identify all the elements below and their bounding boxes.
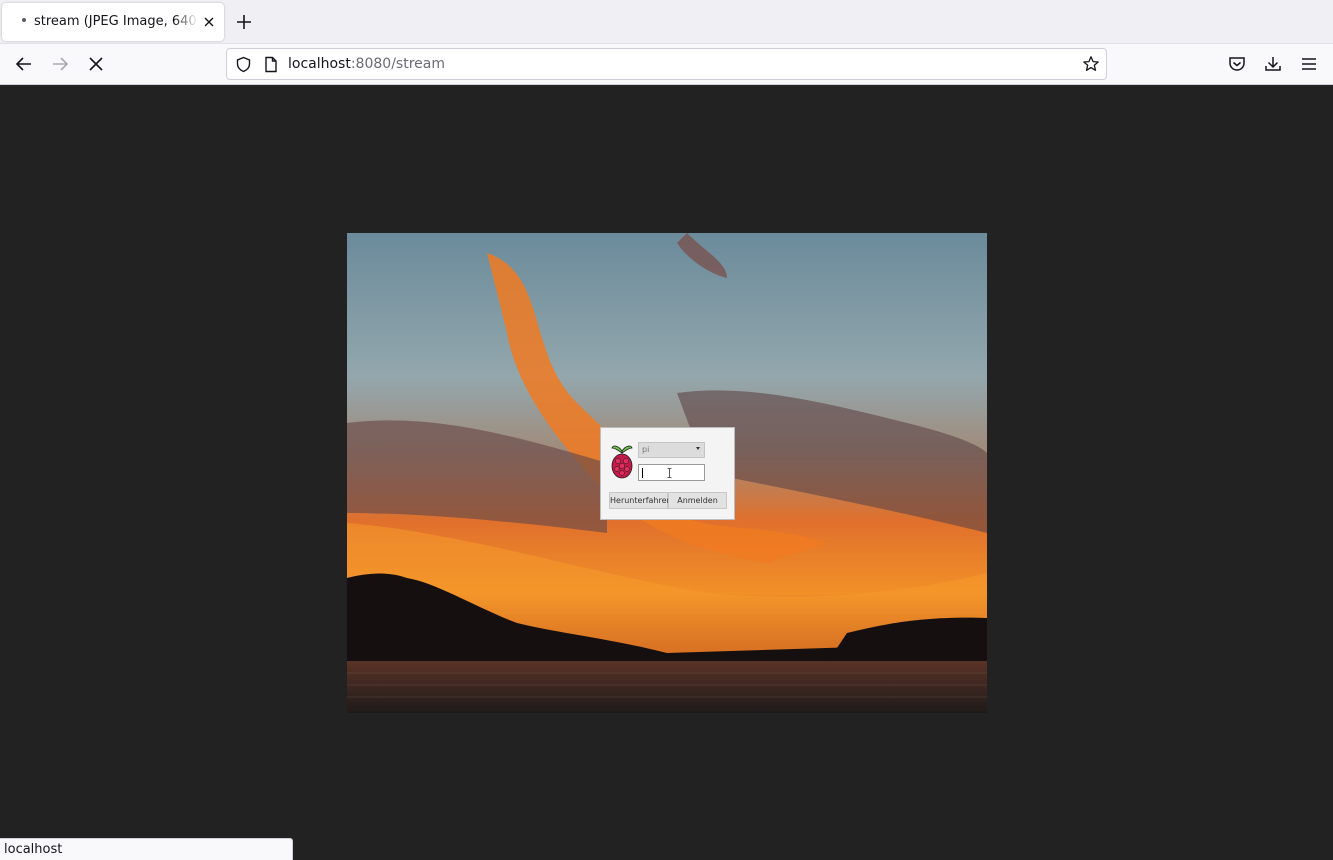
ibeam-cursor-icon xyxy=(667,468,672,478)
page-content: pi Herunterfahren Anmelden xyxy=(0,85,1333,860)
username-select[interactable]: pi xyxy=(638,442,705,458)
nav-bar: localhost:8080/stream xyxy=(0,44,1333,85)
pocket-icon[interactable] xyxy=(1227,54,1247,74)
password-field[interactable] xyxy=(638,464,705,481)
login-button[interactable]: Anmelden xyxy=(668,492,727,509)
page-icon[interactable] xyxy=(263,56,279,73)
login-dialog: pi Herunterfahren Anmelden xyxy=(600,427,735,520)
chevron-down-icon xyxy=(696,447,700,450)
download-icon[interactable] xyxy=(1263,54,1283,74)
stop-icon[interactable] xyxy=(86,54,106,74)
arrow-right-icon[interactable] xyxy=(50,54,70,74)
url-text: localhost:8080/stream xyxy=(288,56,445,72)
tab-loading-indicator xyxy=(22,18,26,22)
plus-icon[interactable] xyxy=(234,12,254,32)
status-bar: localhost xyxy=(0,838,293,860)
url-bar[interactable]: localhost:8080/stream xyxy=(226,48,1107,80)
tab-stream[interactable]: stream (JPEG Image, 640 × 480 pixels) xyxy=(2,3,224,41)
status-text: localhost xyxy=(4,842,63,857)
tab-strip: stream (JPEG Image, 640 × 480 pixels) xyxy=(0,0,1333,44)
close-icon[interactable] xyxy=(200,13,218,31)
raspberry-pi-logo-icon xyxy=(611,445,633,479)
shield-icon[interactable] xyxy=(235,56,252,73)
stream-image: pi Herunterfahren Anmelden xyxy=(347,233,987,713)
url-path: :8080/stream xyxy=(350,56,445,72)
arrow-left-icon[interactable] xyxy=(14,54,34,74)
tab-title-fade xyxy=(174,9,198,35)
tab-title: stream (JPEG Image, 640 × 480 pixels) xyxy=(34,14,196,29)
text-caret xyxy=(642,468,643,478)
hamburger-menu-icon[interactable] xyxy=(1299,54,1319,74)
shutdown-button[interactable]: Herunterfahren xyxy=(609,492,672,509)
username-value: pi xyxy=(642,445,650,454)
star-icon[interactable] xyxy=(1082,55,1100,73)
url-host: localhost xyxy=(288,56,351,72)
